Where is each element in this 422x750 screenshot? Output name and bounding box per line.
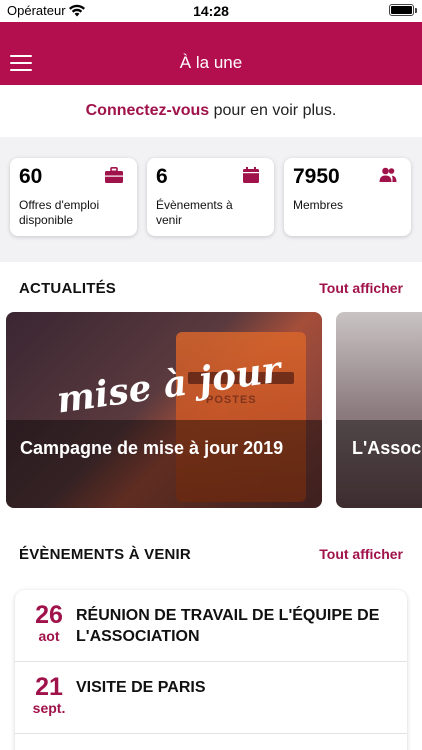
login-link[interactable]: Connectez-vous: [86, 102, 210, 119]
stat-number: 6: [156, 165, 168, 188]
stat-card-members[interactable]: 7950 Membres: [284, 158, 411, 236]
event-month: aot: [38, 628, 60, 644]
events-section-header: ÉVÈNEMENTS À VENIR Tout afficher: [0, 528, 422, 578]
users-icon: [379, 167, 397, 182]
event-title: VISITE DE PARIS: [76, 679, 206, 696]
connect-banner: Connectez-vous pour en voir plus.: [0, 85, 422, 137]
event-date: 26 aot: [27, 602, 71, 644]
event-day: 21: [35, 673, 63, 701]
stat-label: Membres: [293, 198, 344, 212]
stat-number: 7950: [293, 165, 340, 188]
events-see-all-link[interactable]: Tout afficher: [319, 546, 403, 562]
news-card-overlay: [336, 420, 422, 508]
news-card[interactable]: POSTES mise à jour Campagne de mise à jo…: [6, 312, 322, 508]
stat-label: Évènements à venir: [156, 198, 233, 227]
battery-icon: [389, 4, 417, 16]
calendar-icon: [243, 167, 259, 183]
events-section-title: ÉVÈNEMENTS À VENIR: [19, 546, 191, 563]
news-see-all-link[interactable]: Tout afficher: [319, 280, 403, 296]
connect-text: pour en voir plus.: [209, 102, 337, 119]
event-title: RÉUNION DE TRAVAIL DE L'ÉQUIPE DE L'ASSO…: [76, 607, 380, 645]
stat-card-events[interactable]: 6 Évènements à venir: [147, 158, 274, 236]
clock-time: 14:28: [193, 3, 229, 19]
briefcase-icon: [105, 167, 123, 183]
news-card-title: L'Associ: [352, 438, 422, 458]
news-carousel[interactable]: POSTES mise à jour Campagne de mise à jo…: [0, 312, 422, 528]
event-item[interactable]: 26 aot RÉUNION DE TRAVAIL DE L'ÉQUIPE DE…: [15, 590, 407, 662]
event-date: 21 sept.: [27, 674, 71, 716]
stat-label: Offres d'emploi disponible: [19, 198, 100, 227]
news-card-overlay: [6, 420, 322, 508]
page-title: À la une: [179, 53, 243, 72]
news-card-title: Campagne de mise à jour 2019: [20, 438, 284, 458]
stat-number: 60: [19, 165, 43, 188]
stats-row: 60 Offres d'emploi disponible 6 Évènemen…: [0, 137, 422, 260]
news-section-header: ACTUALITÉS Tout afficher: [0, 262, 422, 312]
stat-card-jobs[interactable]: 60 Offres d'emploi disponible: [10, 158, 137, 236]
events-list: 26 aot RÉUNION DE TRAVAIL DE L'ÉQUIPE DE…: [15, 590, 407, 750]
events-list-area: 26 aot RÉUNION DE TRAVAIL DE L'ÉQUIPE DE…: [0, 578, 422, 750]
event-day: 26: [35, 601, 63, 629]
news-card[interactable]: L'Associ: [336, 312, 422, 508]
status-bar: Opérateur 14:28: [0, 0, 422, 22]
event-month: sept.: [32, 700, 66, 716]
news-section-title: ACTUALITÉS: [19, 280, 116, 297]
app-header: À la une: [0, 22, 422, 85]
event-item[interactable]: 21 sept. VISITE DE PARIS: [15, 662, 407, 734]
